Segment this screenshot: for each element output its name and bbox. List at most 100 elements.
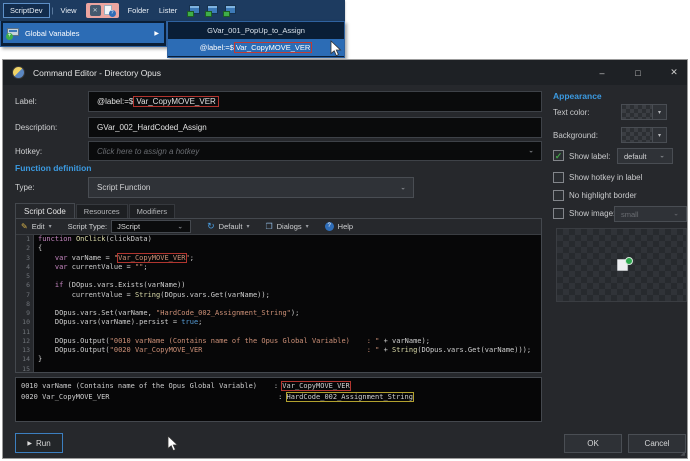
- code-line: var varName = "Var_CopyMOVE_VER";: [38, 254, 541, 263]
- help-button[interactable]: Help: [338, 222, 353, 231]
- label-value-prefix: @label:=$: [97, 97, 133, 106]
- run-label: Run: [36, 439, 51, 448]
- show-label-value: default: [624, 152, 647, 161]
- tab-script-code[interactable]: Script Code: [15, 203, 75, 218]
- no-deselect-icon[interactable]: ✕: [90, 5, 101, 16]
- no-highlight-checkbox[interactable]: [553, 190, 564, 201]
- text-color-dropdown[interactable]: ▾: [621, 104, 667, 120]
- hotkey-chevron-icon[interactable]: ⌄: [528, 147, 534, 155]
- line-number: 7: [16, 291, 33, 300]
- hotkey-placeholder: Click here to assign a hotkey: [97, 147, 199, 156]
- code-line: DOpus.vars(varName).persist = true;: [38, 318, 541, 327]
- show-label-chevron-icon: ⌄: [659, 152, 665, 160]
- image-preview-area[interactable]: [556, 228, 687, 302]
- global-variables-submenu: GVar_001_PopUp_to_Assign @label:=$Var_Co…: [167, 21, 345, 58]
- dialog-titlebar[interactable]: Command Editor - Directory Opus: [3, 60, 687, 85]
- code-line: [38, 272, 541, 281]
- edit-menu-button[interactable]: Edit: [32, 222, 45, 231]
- close-button[interactable]: ✕: [659, 60, 689, 85]
- ok-button[interactable]: OK: [564, 434, 622, 453]
- menu-folder[interactable]: Folder: [123, 6, 154, 15]
- submenu-item-gvar001[interactable]: GVar_001_PopUp_to_Assign: [168, 22, 344, 39]
- command-editor-dialog: Command Editor - Directory Opus – □ ✕ La…: [2, 59, 688, 459]
- dialogs-button[interactable]: Dialogs: [277, 222, 302, 231]
- type-value: Script Function: [97, 183, 150, 192]
- default-chevron-icon: ▾: [246, 223, 249, 230]
- code-line: [38, 365, 541, 373]
- script-code-page: ✎ Edit ▾ Script Type: JScript ⌄ ↻ Defaul…: [15, 218, 542, 373]
- code-line: }: [38, 355, 541, 364]
- edit-pencil-icon: ✎: [21, 222, 28, 231]
- dopus-app-icon: [12, 66, 25, 79]
- show-image-label: Show image:: [569, 209, 615, 218]
- show-hotkey-checkbox[interactable]: [553, 172, 564, 183]
- line-number: 13: [16, 346, 33, 355]
- hotkey-input[interactable]: Click here to assign a hotkey ⌄: [88, 141, 542, 161]
- highlighted-icon-group: ✕ ?: [86, 3, 119, 18]
- cancel-button[interactable]: Cancel: [628, 434, 686, 453]
- text-color-arrow-icon: ▾: [652, 105, 666, 119]
- type-chevron-icon: ⌄: [400, 183, 406, 191]
- submenu-item-gvar002-prefix: @label:=$: [200, 43, 234, 52]
- type-field-label: Type:: [15, 183, 35, 192]
- global-variables-label: Global Variables: [25, 29, 79, 38]
- copy-info-icon[interactable]: ?: [104, 5, 115, 16]
- script-type-dropdown[interactable]: JScript ⌄: [111, 220, 191, 233]
- line-number-gutter: 123456789101112131415: [16, 235, 34, 372]
- no-highlight-label: No highlight border: [569, 191, 637, 200]
- lister-icon-1[interactable]: [187, 5, 200, 17]
- default-button[interactable]: Default: [219, 222, 243, 231]
- code-line: {: [38, 244, 541, 253]
- show-label-dropdown[interactable]: default ⌄: [617, 148, 673, 164]
- submenu-item-gvar001-label: GVar_001_PopUp_to_Assign: [207, 26, 305, 35]
- background-dropdown[interactable]: ▾: [621, 127, 667, 143]
- script-toolbar: ✎ Edit ▾ Script Type: JScript ⌄ ↻ Defaul…: [16, 219, 541, 235]
- submenu-item-gvar002[interactable]: @label:=$Var_CopyMOVE_VER: [168, 39, 344, 56]
- code-line: DOpus.vars.Set(varName, "HardCode_002_As…: [38, 309, 541, 318]
- minimize-button[interactable]: –: [587, 60, 617, 85]
- hotkey-field-label: Hotkey:: [15, 147, 42, 156]
- tab-modifiers[interactable]: Modifiers: [129, 204, 175, 218]
- lister-icon-3[interactable]: [223, 5, 236, 17]
- code-lines: function OnClick(clickData){ var varName…: [34, 235, 541, 372]
- line-number: 5: [16, 272, 33, 281]
- mouse-cursor-submenu: [330, 40, 342, 57]
- show-image-value: small: [621, 210, 639, 219]
- line-number: 9: [16, 309, 33, 318]
- dialog-title: Command Editor - Directory Opus: [33, 68, 161, 78]
- menu-scriptdev[interactable]: ScriptDev: [3, 3, 50, 18]
- type-dropdown[interactable]: Script Function ⌄: [88, 177, 414, 198]
- script-type-value: JScript: [117, 222, 140, 231]
- play-icon: ▶: [27, 440, 32, 447]
- show-image-dropdown[interactable]: small ⌄: [614, 206, 687, 222]
- menu-item-global-variables[interactable]: + Global Variables ▶: [3, 23, 164, 43]
- label-input[interactable]: @label:=$Var_CopyMOVE_VER: [88, 91, 542, 112]
- label-value-boxed: Var_CopyMOVE_VER: [133, 96, 218, 107]
- code-editor[interactable]: 123456789101112131415 function OnClick(c…: [16, 235, 541, 372]
- line-number: 15: [16, 365, 33, 373]
- background-swatch: [622, 128, 652, 142]
- line-number: 11: [16, 328, 33, 337]
- description-input[interactable]: GVar_002_HardCoded_Assign: [88, 117, 542, 138]
- maximize-button[interactable]: □: [623, 60, 653, 85]
- menu-lister[interactable]: Lister: [154, 6, 182, 15]
- function-definition-header: Function definition: [15, 163, 91, 173]
- scriptdev-dropdown: + Global Variables ▶: [0, 21, 167, 47]
- run-button[interactable]: ▶ Run: [15, 433, 63, 453]
- lister-icon-2[interactable]: [205, 5, 218, 17]
- default-refresh-icon: ↻: [207, 221, 215, 232]
- dialogs-icon: ❐: [265, 222, 272, 231]
- show-label-checkbox[interactable]: ✓: [553, 150, 564, 161]
- out-line: 0010 varName (Contains name of the Opus …: [21, 381, 541, 392]
- code-line: var currentValue = "";: [38, 263, 541, 272]
- help-icon: ?: [325, 222, 334, 231]
- show-label-label: Show label:: [569, 152, 610, 161]
- show-image-chevron-icon: ⌄: [673, 210, 679, 218]
- tab-strip: Script Code Resources Modifiers: [15, 201, 175, 218]
- resize-grip[interactable]: ◢: [680, 450, 685, 457]
- menu-view[interactable]: View: [55, 6, 81, 15]
- tab-resources[interactable]: Resources: [76, 204, 128, 218]
- line-number: 2: [16, 244, 33, 253]
- description-field-label: Description:: [15, 123, 57, 132]
- show-image-checkbox[interactable]: [553, 208, 564, 219]
